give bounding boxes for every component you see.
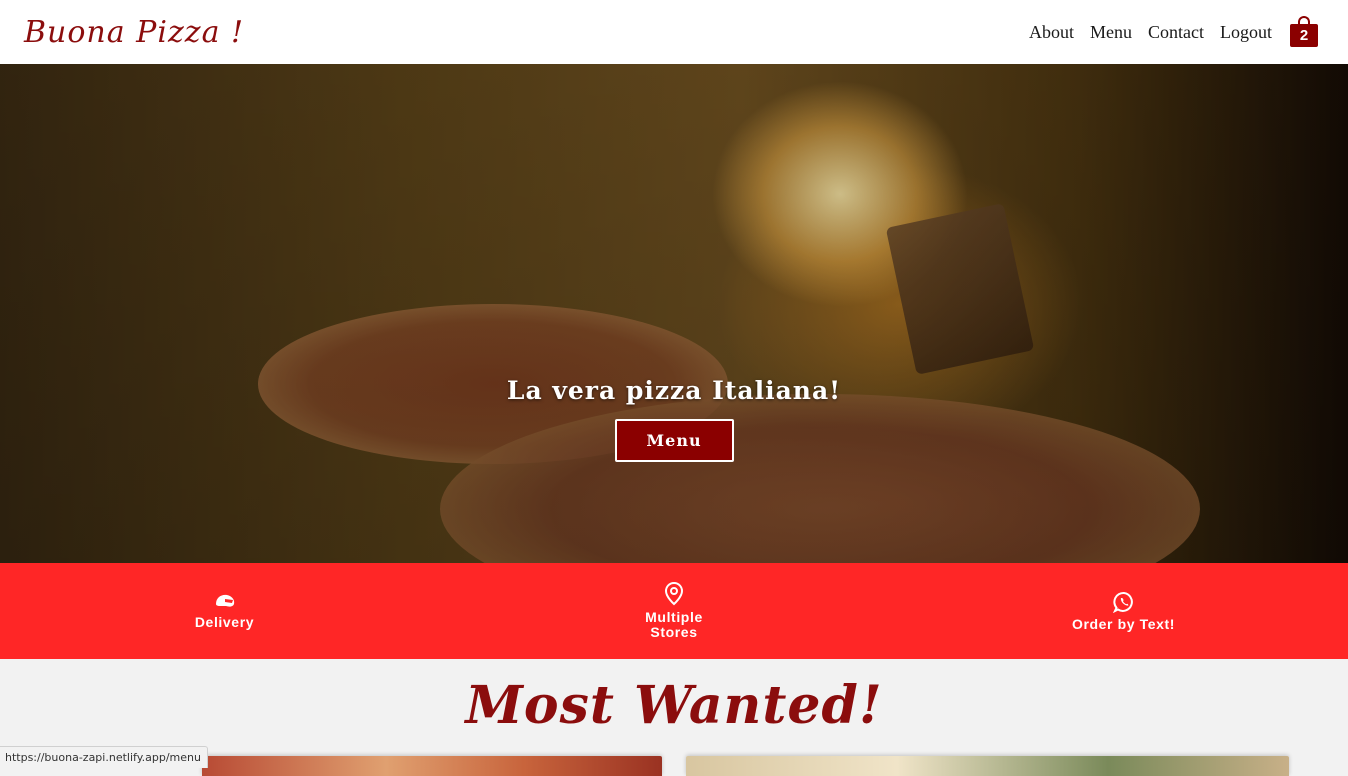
hero-banner: La vera pizza Italiana! Menu: [0, 64, 1348, 563]
feature-delivery-label: Delivery: [194, 613, 255, 630]
pizza-card-image-1[interactable]: [202, 756, 662, 776]
nav-links: About Menu Contact Logout 2: [1013, 16, 1318, 48]
feature-stores-label-line2: Stores: [650, 624, 698, 640]
helmet-icon: [215, 594, 234, 607]
feature-delivery: Delivery: [0, 593, 449, 630]
pizza-card-image-2[interactable]: [686, 756, 1289, 776]
feature-order-label: Order by Text!: [1071, 615, 1176, 632]
brand-logo[interactable]: Buona Pizza !: [24, 15, 244, 50]
nav-link-menu[interactable]: Menu: [1090, 22, 1132, 43]
cart-count-badge: 2: [1290, 24, 1318, 47]
nav-link-about[interactable]: About: [1029, 22, 1074, 43]
feature-stores-label-line1: Multiple: [645, 609, 703, 625]
nav-link-logout[interactable]: Logout: [1220, 22, 1272, 43]
hero-menu-button[interactable]: Menu: [614, 419, 734, 462]
hero-content: La vera pizza Italiana! Menu: [0, 64, 1348, 563]
feature-multiple-stores: Multiple Stores: [450, 582, 899, 640]
status-bar-url: https://buona-zapi.netlify.app/menu: [0, 746, 208, 768]
hero-title: La vera pizza Italiana!: [506, 376, 842, 405]
location-pin-icon: [664, 582, 684, 606]
shopping-bag-icon[interactable]: 2: [1290, 16, 1318, 48]
features-bar: Delivery Multiple Stores Order by Text!: [0, 563, 1348, 659]
top-navbar: Buona Pizza ! About Menu Contact Logout …: [0, 0, 1348, 64]
nav-link-contact[interactable]: Contact: [1148, 22, 1204, 43]
most-wanted-title: Most Wanted!: [465, 675, 883, 736]
whatsapp-icon: [1112, 591, 1133, 613]
feature-order-by-text: Order by Text!: [899, 591, 1348, 632]
